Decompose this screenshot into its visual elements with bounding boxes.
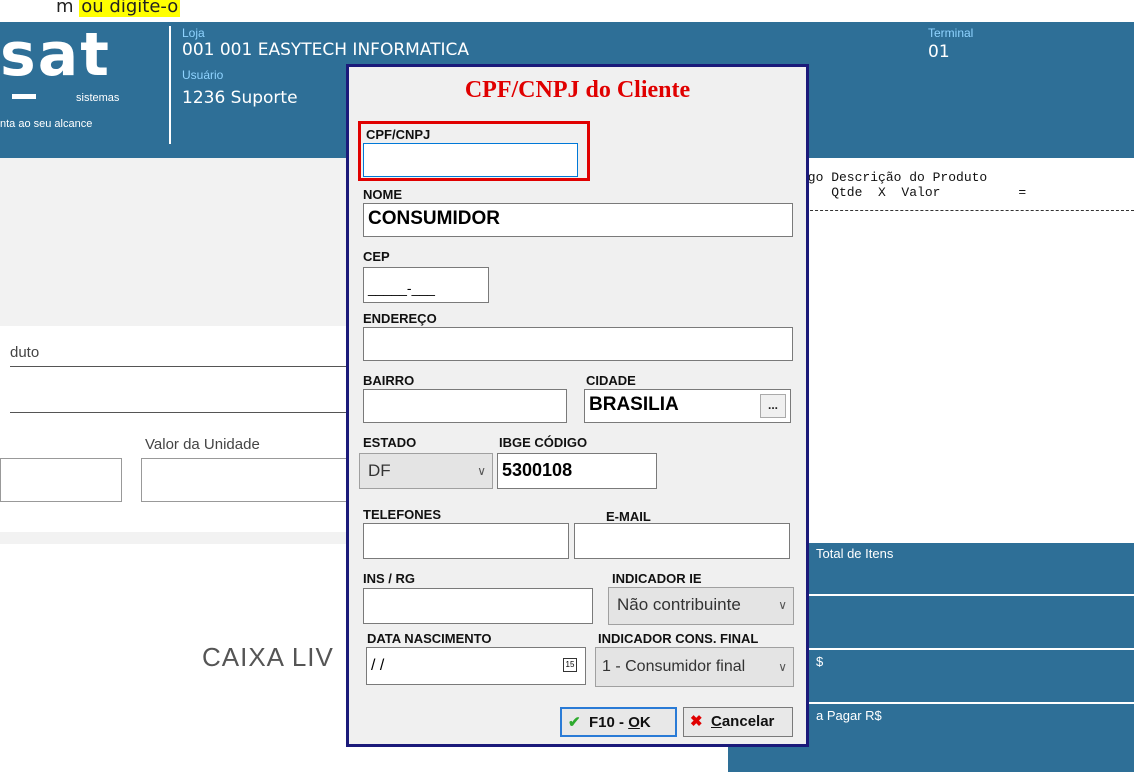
ins-rg-label: INS / RG <box>363 571 416 586</box>
produto-divider <box>10 366 350 367</box>
produto-field-line[interactable] <box>10 412 350 413</box>
data-nascimento-input[interactable]: / / 15 <box>366 647 586 685</box>
endereco-label: ENDEREÇO <box>363 311 437 326</box>
cancel-rest: ancelar <box>721 713 775 730</box>
a-pagar-label: a Pagar R$ <box>816 708 882 723</box>
chevron-down-icon: ∨ <box>778 598 787 612</box>
endereco-input[interactable] <box>363 327 793 361</box>
ok-button[interactable]: ✔ F10 - OK <box>560 707 677 737</box>
receipt-header-line2: Qtde X Valor = <box>800 185 1027 200</box>
loja-label: Loja <box>182 26 205 40</box>
dialog-title: CPF/CNPJ do Cliente <box>464 77 691 103</box>
calendar-icon[interactable]: 15 <box>563 658 577 672</box>
indicador-cons-final-value: 1 - Consumidor final <box>602 658 746 675</box>
instruction-text: m ou digite-o <box>56 0 181 17</box>
indicador-cons-final-label: INDICADOR CONS. FINAL <box>598 631 759 646</box>
receipt-header: igo Descrição do Produto Qtde X Valor = <box>800 170 1134 230</box>
cpf-cnpj-dialog: CPF/CNPJ do Cliente CPF/CNPJ NOME CONSUM… <box>346 64 809 747</box>
total-itens-label: Total de Itens <box>816 546 894 561</box>
cidade-value: BRASILIA <box>589 394 679 415</box>
cidade-lookup-button[interactable]: ... <box>760 394 786 418</box>
logo-subtitle: sistemas <box>76 92 120 104</box>
indicador-ie-label: INDICADOR IE <box>612 571 702 586</box>
ok-key: O <box>628 714 640 731</box>
valor-unidade-input[interactable] <box>141 458 350 502</box>
bairro-input[interactable] <box>363 389 567 423</box>
estado-label: ESTADO <box>363 435 417 450</box>
logo-tagline: nta ao seu alcance <box>0 118 93 130</box>
header-divider <box>169 26 171 144</box>
terminal-label: Terminal <box>928 26 974 40</box>
telefones-label: TELEFONES <box>363 507 442 522</box>
receipt-dashed-divider <box>800 210 1134 211</box>
ins-rg-input[interactable] <box>363 588 593 624</box>
logo-bar <box>12 94 36 99</box>
telefones-input[interactable] <box>363 523 569 559</box>
ok-rest: K <box>639 714 651 731</box>
nome-label: NOME <box>363 187 402 202</box>
usuario-value: 1236 Suporte <box>182 88 298 108</box>
data-nascimento-label: DATA NASCIMENTO <box>367 631 492 646</box>
ibge-label: IBGE CÓDIGO <box>499 435 588 450</box>
indicador-ie-select[interactable]: Não contribuinte ∨ <box>608 587 794 625</box>
logo: sat <box>0 20 111 90</box>
estado-select[interactable]: DF ∨ <box>359 453 493 489</box>
valor-unidade-label: Valor da Unidade <box>145 436 260 453</box>
email-label: E-MAIL <box>606 509 651 524</box>
cidade-input[interactable]: BRASILIA ... <box>584 389 791 423</box>
ok-prefix: F10 - <box>589 714 629 731</box>
cancel-key: C <box>711 713 722 730</box>
check-icon: ✔ <box>568 714 581 731</box>
quantidade-input[interactable] <box>0 458 122 502</box>
indicador-cons-final-select[interactable]: 1 - Consumidor final ∨ <box>595 647 794 687</box>
data-nascimento-value: / / <box>371 657 385 674</box>
caixa-status: CAIXA LIV <box>202 642 334 672</box>
bairro-label: BAIRRO <box>363 373 415 388</box>
cep-label: CEP <box>363 249 390 264</box>
highlighted-text: ou digite-o <box>79 0 181 17</box>
chevron-down-icon: ∨ <box>477 464 486 478</box>
cpf-input[interactable] <box>363 143 578 177</box>
terminal-value: 01 <box>928 42 950 62</box>
cep-input[interactable]: _____-___ <box>363 267 489 303</box>
estado-value: DF <box>368 461 391 480</box>
nome-input[interactable]: CONSUMIDOR <box>363 203 793 237</box>
receipt-header-line1: igo Descrição do Produto <box>800 170 988 185</box>
loja-value: 001 001 EASYTECH INFORMATICA <box>182 40 470 60</box>
usuario-label: Usuário <box>182 68 224 82</box>
indicador-ie-value: Não contribuinte <box>617 595 741 614</box>
cancel-button[interactable]: ✖ Cancelar <box>683 707 793 737</box>
cidade-label: CIDADE <box>586 373 636 388</box>
chevron-down-icon: ∨ <box>778 660 787 674</box>
cpf-label: CPF/CNPJ <box>366 127 431 142</box>
cancel-x-icon: ✖ <box>690 713 703 730</box>
email-input[interactable] <box>574 523 790 559</box>
ibge-input[interactable]: 5300108 <box>497 453 657 489</box>
top-instruction-strip: m ou digite-o <box>0 0 1134 22</box>
produto-label: duto <box>10 344 40 361</box>
rs-label: $ <box>816 654 824 669</box>
